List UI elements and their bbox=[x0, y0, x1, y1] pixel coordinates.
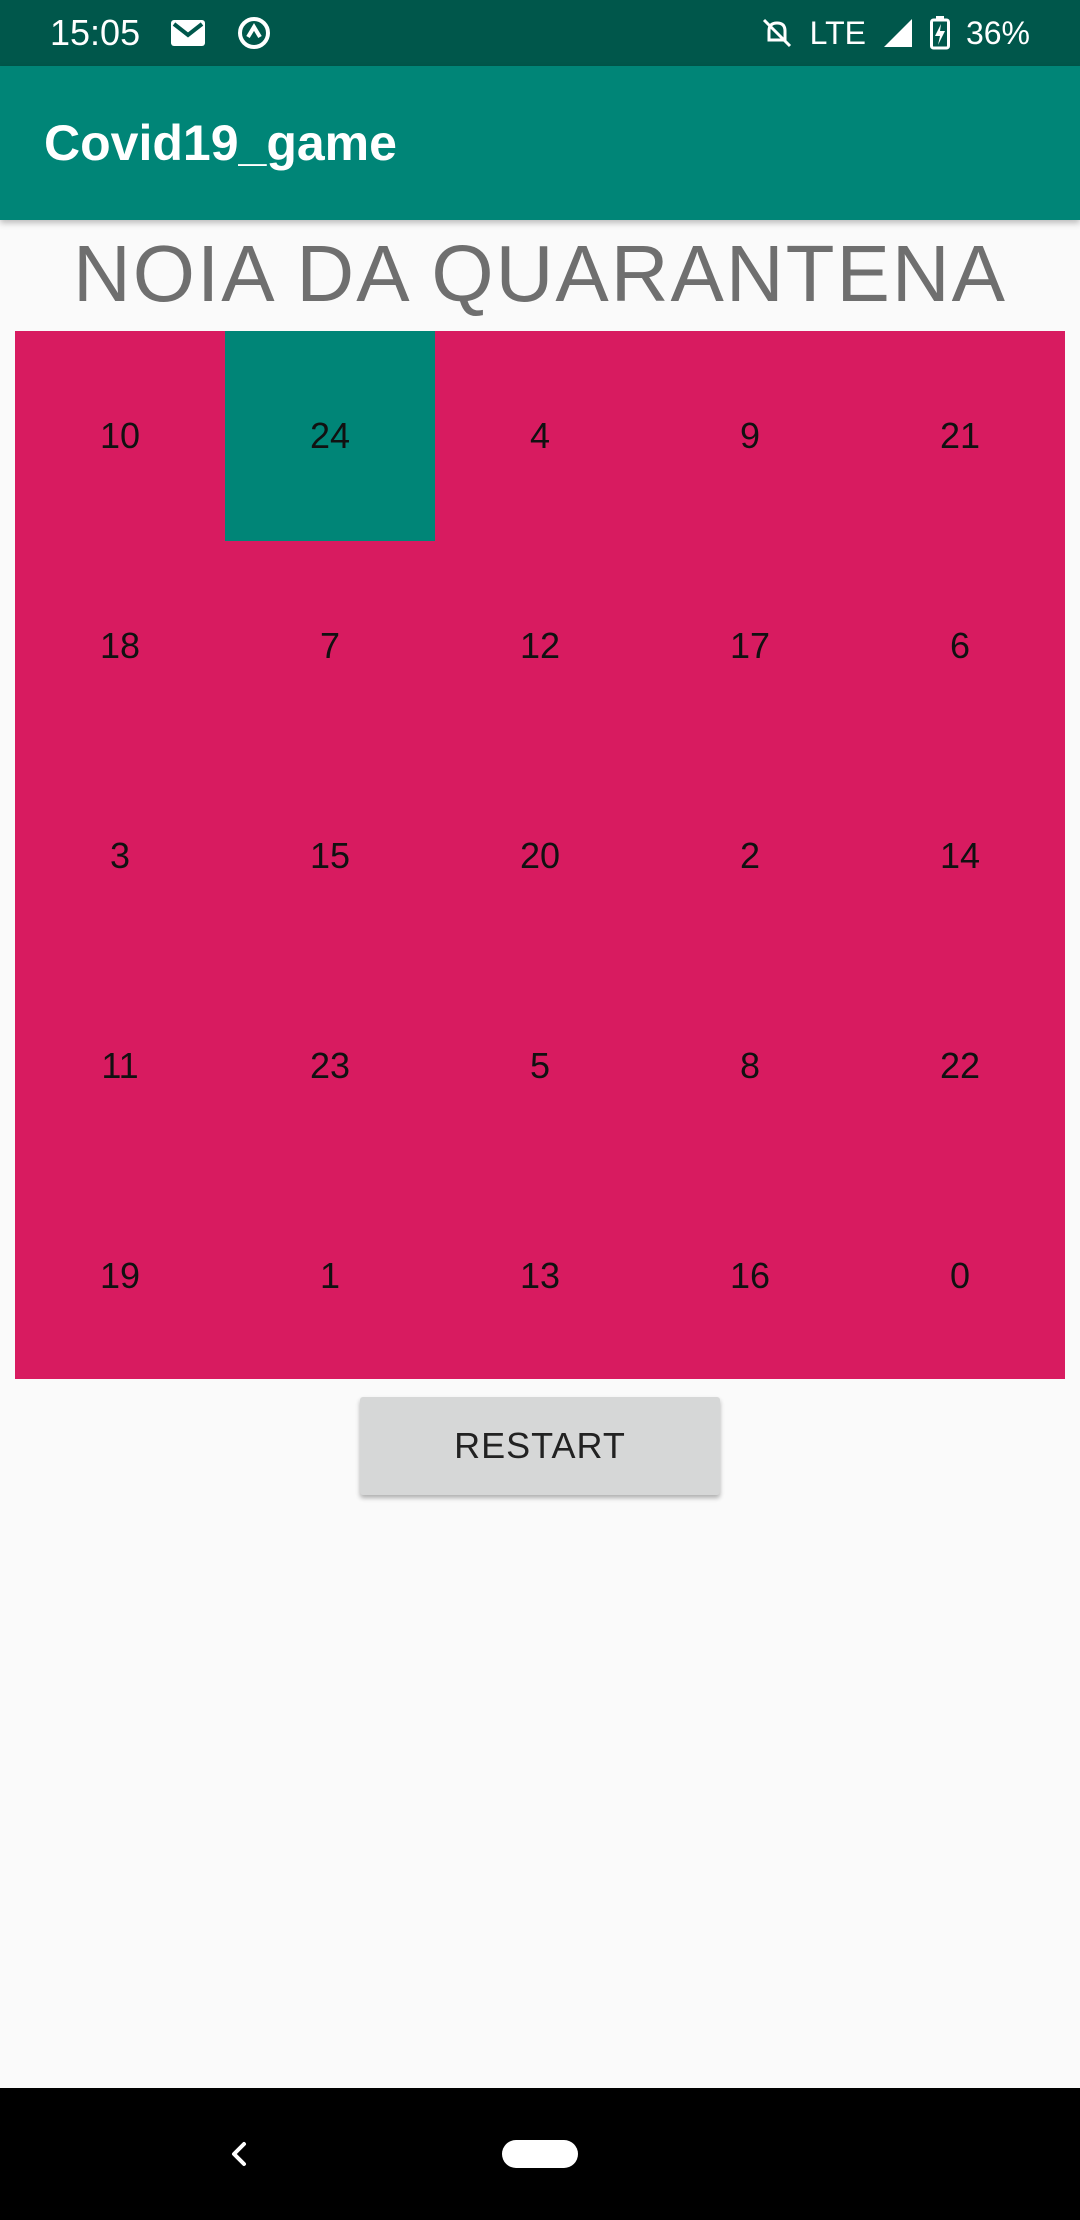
back-icon[interactable] bbox=[222, 2128, 256, 2180]
grid-cell[interactable]: 15 bbox=[225, 751, 435, 961]
grid-cell[interactable]: 18 bbox=[15, 541, 225, 751]
app-bar: Covid19_game bbox=[0, 66, 1080, 220]
status-time: 15:05 bbox=[50, 12, 141, 53]
grid-cell[interactable]: 19 bbox=[15, 1171, 225, 1381]
grid-cell[interactable]: 14 bbox=[855, 751, 1065, 961]
grid-cell[interactable]: 20 bbox=[435, 751, 645, 961]
grid-cell[interactable]: 3 bbox=[15, 751, 225, 961]
status-bar: 15:05 LTE 36% bbox=[0, 0, 1080, 66]
grid-cell[interactable]: 17 bbox=[645, 541, 855, 751]
gmail-icon bbox=[171, 20, 206, 46]
grid-cell[interactable]: 22 bbox=[855, 961, 1065, 1171]
grid-cell[interactable]: 11 bbox=[15, 961, 225, 1171]
grid-cell[interactable]: 9 bbox=[645, 331, 855, 541]
sync-icon bbox=[238, 17, 271, 49]
grid-cell[interactable]: 2 bbox=[645, 751, 855, 961]
grid-cell[interactable]: 6 bbox=[855, 541, 1065, 751]
grid-cell[interactable]: 1 bbox=[225, 1171, 435, 1381]
grid-cell[interactable]: 7 bbox=[225, 541, 435, 751]
grid-cell[interactable]: 12 bbox=[435, 541, 645, 751]
mute-icon bbox=[762, 18, 791, 48]
home-icon[interactable] bbox=[502, 2140, 578, 2168]
grid-cell[interactable]: 21 bbox=[855, 331, 1065, 541]
grid-cell[interactable]: 16 bbox=[645, 1171, 855, 1381]
network-type: LTE bbox=[809, 14, 866, 51]
navigation-bar bbox=[0, 2088, 1080, 2220]
grid-cell[interactable]: 23 bbox=[225, 961, 435, 1171]
battery-level: 36% bbox=[965, 14, 1030, 51]
puzzle-grid: 10 24 4 9 21 18 7 12 17 6 3 15 20 2 14 1… bbox=[15, 331, 1065, 1379]
restart-button[interactable]: RESTART bbox=[360, 1397, 720, 1495]
grid-cell[interactable]: 8 bbox=[645, 961, 855, 1171]
game-title: NOIA DA QUARANTENA bbox=[73, 229, 1007, 318]
grid-cell[interactable]: 4 bbox=[435, 331, 645, 541]
signal-icon bbox=[883, 19, 912, 47]
grid-cell[interactable]: 0 bbox=[855, 1171, 1065, 1381]
grid-cell[interactable]: 13 bbox=[435, 1171, 645, 1381]
app-title: Covid19_game bbox=[44, 115, 397, 171]
grid-cell[interactable]: 5 bbox=[435, 961, 645, 1171]
grid-cell-highlighted[interactable]: 24 bbox=[225, 331, 435, 541]
grid-cell[interactable]: 10 bbox=[15, 331, 225, 541]
battery-icon bbox=[929, 16, 950, 50]
